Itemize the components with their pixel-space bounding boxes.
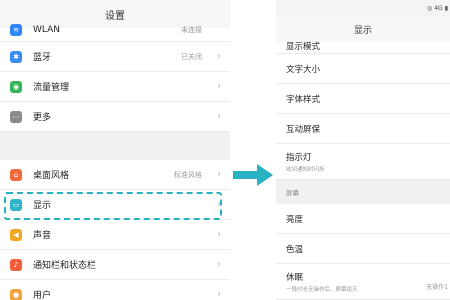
chevron-right-icon: ›	[217, 169, 221, 180]
section-header-screen: 屏幕	[276, 180, 450, 204]
chevron-right-icon: ›	[217, 111, 221, 122]
display-item-subtitle: 收到通知时闪烁	[286, 166, 325, 173]
display-item-indicator-light[interactable]: 指示灯 收到通知时闪烁	[276, 144, 450, 180]
settings-item-label: 声音	[33, 231, 52, 241]
settings-item-notification[interactable]: ♪ 通知栏和状态栏 ›	[0, 250, 230, 280]
display-item-screensaver[interactable]: 互动屏保	[276, 114, 450, 144]
display-highlight-box	[4, 192, 222, 220]
chevron-right-icon: ›	[217, 51, 221, 62]
chevron-right-icon: ›	[217, 259, 221, 270]
display-item-font-style[interactable]: 字体样式	[276, 84, 450, 114]
battery-icon: ▮	[444, 4, 448, 12]
display-item-label: 亮度	[286, 214, 304, 225]
chevron-right-icon: ›	[217, 289, 221, 300]
eye-icon: ◎	[426, 4, 433, 12]
display-item-label: 指示灯	[286, 152, 312, 163]
status-bar: ◎ 4G ▮	[390, 2, 450, 14]
settings-item-label: 通知栏和状态栏	[33, 261, 97, 271]
settings-item-user[interactable]: ● 用户 ›	[0, 280, 230, 300]
display-item-mode[interactable]: 显示模式	[276, 42, 450, 54]
user-icon: ●	[10, 288, 22, 300]
settings-list: ≋ WLAN 未连接 ✱ 蓝牙 已关闭 › ◉ 流量管理 › ⋯ 更多 › ⌂ …	[0, 23, 230, 300]
settings-item-label: 用户	[33, 291, 52, 300]
home-icon: ⌂	[10, 168, 22, 181]
settings-item-sound[interactable]: ◀ 声音 ›	[0, 220, 230, 250]
display-item-color-temp[interactable]: 色温	[276, 234, 450, 264]
settings-item-bluetooth[interactable]: ✱ 蓝牙 已关闭 ›	[0, 42, 230, 72]
display-title: 显示	[276, 16, 450, 42]
settings-item-value: 标准风格	[174, 170, 202, 179]
settings-item-label: 更多	[33, 113, 52, 123]
display-item-label: 互动屏保	[286, 124, 321, 135]
settings-item-data-usage[interactable]: ◉ 流量管理 ›	[0, 72, 230, 102]
settings-item-label: 桌面风格	[33, 171, 70, 181]
display-item-label: 显示模式	[286, 42, 321, 52]
display-item-value: 无操作1	[426, 284, 448, 291]
display-item-label: 休眠	[286, 272, 304, 283]
settings-item-more[interactable]: ⋯ 更多 ›	[0, 102, 230, 132]
data-usage-icon: ◉	[10, 80, 22, 93]
display-item-brightness[interactable]: 亮度	[276, 204, 450, 234]
signal-label: 4G	[434, 4, 443, 12]
section-divider	[0, 132, 230, 160]
display-item-font-size[interactable]: 文字大小	[276, 54, 450, 84]
sound-icon: ◀	[10, 228, 22, 241]
more-icon: ⋯	[10, 110, 22, 123]
settings-screen: 设置 ≋ WLAN 未连接 ✱ 蓝牙 已关闭 › ◉ 流量管理 › ⋯ 更多 ›…	[0, 0, 230, 300]
chevron-right-icon: ›	[217, 229, 221, 240]
bluetooth-icon: ✱	[10, 50, 22, 63]
settings-item-home-style[interactable]: ⌂ 桌面风格 标准风格 ›	[0, 160, 230, 190]
wifi-icon: ≋	[10, 23, 22, 36]
display-item-label: 文字大小	[286, 64, 321, 75]
notification-icon: ♪	[10, 258, 22, 271]
chevron-right-icon: ›	[217, 81, 221, 92]
display-item-sleep[interactable]: 休眠 一段时长无操作后，屏幕熄灭 无操作1	[276, 264, 450, 300]
settings-item-label: 蓝牙	[33, 53, 52, 63]
settings-item-value: 已关闭	[181, 52, 202, 61]
settings-item-label: WLAN	[33, 24, 61, 35]
settings-item-wlan[interactable]: ≋ WLAN 未连接	[0, 23, 230, 42]
display-item-label: 色温	[286, 244, 304, 255]
settings-item-value: 未连接	[181, 25, 202, 34]
display-item-label: 字体样式	[286, 94, 321, 105]
display-list: 显示模式 文字大小 字体样式 互动屏保 指示灯 收到通知时闪烁 屏幕 亮度 色温…	[276, 42, 450, 300]
arrow-right-icon	[233, 164, 273, 186]
display-screen: ◎ 4G ▮ 显示 显示模式 文字大小 字体样式 互动屏保 指示灯 收到通知时闪…	[276, 0, 450, 300]
settings-item-label: 流量管理	[33, 83, 70, 93]
